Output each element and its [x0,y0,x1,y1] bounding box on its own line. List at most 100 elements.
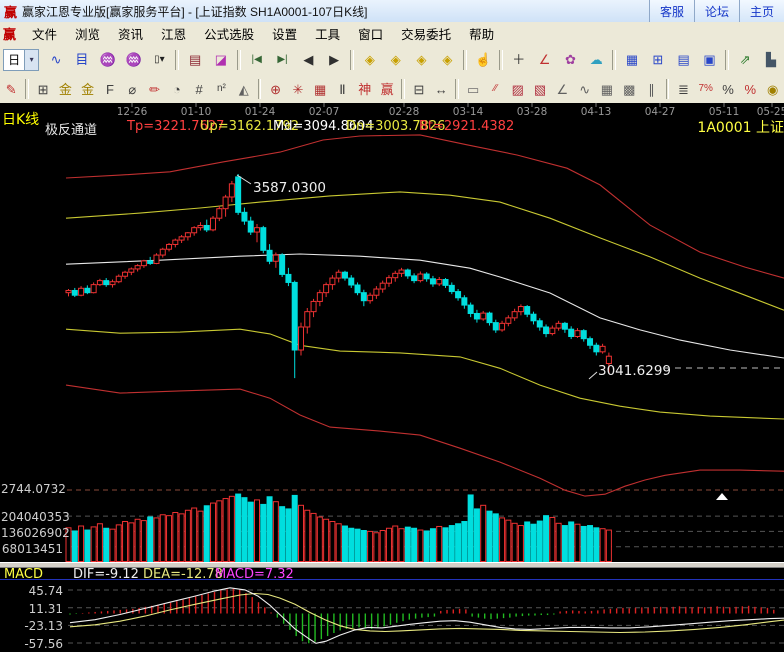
stats-list-icon[interactable]: ≣ [673,77,693,101]
zoom-in-icon[interactable]: ◈ [410,48,434,72]
percent-seven-icon[interactable]: 7% [696,77,716,101]
ruler-icon[interactable]: ⊟ [409,77,429,101]
candle-body [361,293,366,301]
box-select-icon[interactable]: ▭ [463,77,483,101]
matrix-icon[interactable]: ▦ [310,77,330,101]
quote-board-icon[interactable]: ▤ [183,48,207,72]
wave-mark-icon[interactable]: Ⅱ [332,77,352,101]
yingjia-tool-icon[interactable]: 赢 [377,77,397,101]
calculator-icon[interactable]: ⊞ [646,48,670,72]
shaded-square-icon[interactable]: ▨ [508,77,528,101]
forum-button[interactable]: 论坛 [694,0,739,22]
angle-tool-icon[interactable]: ∠ [533,48,557,72]
width-measure-icon[interactable]: ↔ [431,77,451,101]
prev-page-icon[interactable]: ◀ [296,48,320,72]
menu-item-9[interactable]: 帮助 [460,22,503,45]
grid-square-icon[interactable]: ▩ [619,77,639,101]
wave-pattern-icon[interactable]: ∿ [575,77,595,101]
save-icon[interactable]: ▣ [698,48,722,72]
menu-item-4[interactable]: 公式选股 [195,22,263,45]
customer-service-button[interactable]: 客服 [649,0,694,22]
wave-9-icon[interactable]: ♒ [122,48,146,72]
volume-bar [600,529,605,562]
volume-bar [361,531,366,562]
menu-item-6[interactable]: 工具 [306,22,349,45]
menu-item-0[interactable]: 文件 [23,22,66,45]
pencil-tool-icon[interactable]: ✏ [144,77,164,101]
toolbar-separator [612,50,616,70]
chart-mode-icon[interactable]: ∿ [44,48,68,72]
volume-bar [110,529,115,561]
macd-indicator-label[interactable]: MACD [4,567,43,582]
first-page-icon[interactable]: |◀ [245,48,269,72]
volume-bar [211,503,216,561]
indicator-name-label[interactable]: 极反通道 [45,119,97,138]
golden-ratio-icon[interactable]: 金 [77,77,97,101]
fan-lines-icon[interactable]: ∕∕ [485,77,505,101]
n-square-icon[interactable]: n² [211,77,231,101]
shift-right-icon[interactable]: ◈ [384,48,408,72]
grid-tool-icon[interactable]: # [189,77,209,101]
flower-tool-icon[interactable]: ✿ [559,48,583,72]
zoom-out-icon[interactable]: ◈ [435,48,459,72]
candle-body [368,295,373,300]
candle-body [248,221,253,232]
volume-bar [368,531,373,561]
volume-bar [116,525,121,562]
calendar-icon[interactable]: ▦ [620,48,644,72]
candle-body [531,314,536,321]
menu-item-2[interactable]: 资讯 [109,22,152,45]
angle-ruler-icon[interactable]: ◭ [234,77,254,101]
info-panel-icon[interactable]: 目 [70,48,94,72]
macd-dif-value: DIF=-9.12 [73,567,139,582]
cloud-tool-icon[interactable]: ☁ [584,48,608,72]
colored-trend-icon[interactable]: ◪ [209,48,233,72]
candle-body [280,255,285,274]
shen-tool-icon[interactable]: 神 [355,77,375,101]
fibonacci-icon[interactable]: F [100,77,120,101]
notes-icon[interactable]: ▤ [672,48,696,72]
export-icon[interactable]: ⇗ [733,48,757,72]
menu-item-3[interactable]: 江恩 [152,22,195,45]
volume-bar [273,502,278,562]
menu-item-1[interactable]: 浏览 [66,22,109,45]
percent-line-icon[interactable]: % [740,77,760,101]
crosshair-icon[interactable]: ＋ [507,48,531,72]
parallel-lines-icon[interactable]: ∥ [641,77,661,101]
data-transfer-icon[interactable]: ▙ [759,48,783,72]
period-selector[interactable]: 日 ▾ [3,49,39,71]
homepage-button[interactable]: 主页 [739,0,784,22]
percent-icon[interactable]: % [718,77,738,101]
hand-tool-icon[interactable]: ☝ [471,48,495,72]
trend-angle-icon[interactable]: ∠ [552,77,572,101]
volume-bar [342,526,347,561]
volume-bar [330,522,335,562]
golden-circle-icon[interactable]: ◉ [762,77,782,101]
candle-style-icon[interactable]: ▯▾ [147,48,171,72]
candle-body [405,270,410,276]
pattern-box-icon[interactable]: ▧ [530,77,550,101]
toolbar-separator [463,50,467,70]
shift-left-icon[interactable]: ◈ [358,48,382,72]
menu-item-7[interactable]: 窗口 [349,22,392,45]
macd-dea-value: DEA=-12.78 [143,567,223,582]
grid-dense-icon[interactable]: ▦ [597,77,617,101]
next-page-icon[interactable]: ▶ [322,48,346,72]
volume-bar [405,527,410,561]
gann-line-icon[interactable]: ⊞ [33,77,53,101]
spiral-icon[interactable]: ⌀ [122,77,142,101]
x-axis-date-label: 02-28 [389,106,420,118]
menu-item-5[interactable]: 设置 [263,22,306,45]
chevron-down-icon[interactable]: ▾ [24,50,38,70]
menu-item-8[interactable]: 交易委托 [392,22,460,45]
golden-section-icon[interactable]: 金 [55,77,75,101]
wave-3-icon[interactable]: ♒ [96,48,120,72]
brush-icon[interactable]: ✎ [1,77,21,101]
candle-body [588,339,593,346]
candle-body [575,331,580,337]
candle-body [217,209,222,218]
last-page-icon[interactable]: ▶| [271,48,295,72]
star-burst-icon[interactable]: ✳ [288,77,308,101]
cycle-circle-icon[interactable]: ◔ [167,77,187,101]
target-icon[interactable]: ⊕ [265,77,285,101]
